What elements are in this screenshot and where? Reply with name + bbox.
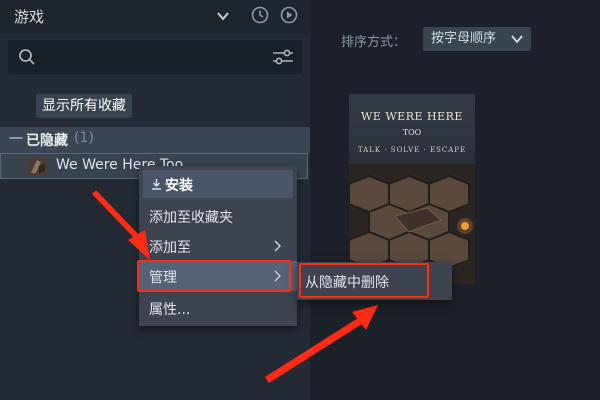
game-cover-art[interactable]: WE WERE HERE TOO TALK · SOLVE · ESCAPE [349,94,475,284]
chevron-down-icon[interactable] [216,9,230,23]
chevron-right-icon [274,240,281,252]
menu-item-add-to-favorites[interactable]: 添加至收藏夹 [139,201,297,231]
search-input[interactable] [8,40,302,74]
menu-item-label: 添加至收藏夹 [149,210,233,226]
game-thumbnail [27,157,47,175]
chevron-down-icon [511,35,523,44]
clock-icon[interactable] [251,6,269,24]
menu-item-label: 添加至 [149,240,191,256]
show-all-collections-button[interactable]: 显示所有收藏 [36,94,132,118]
cover-title: WE WERE HERE [361,110,463,123]
highlight-box-manage [137,260,291,292]
sort-label: 排序方式： [341,35,407,50]
cover-tagline: TALK · SOLVE · ESCAPE [357,146,467,154]
library-filter-title[interactable]: 游戏 [14,6,44,27]
menu-item-label: 属性... [149,302,191,318]
filter-sliders-icon[interactable] [272,48,294,66]
sort-dropdown[interactable]: 按字母顺序 [423,27,531,51]
cover-subtitle: TOO [402,128,422,137]
context-menu: 安装 添加至收藏夹 添加至 管理 属性... [139,166,297,326]
menu-item-install[interactable]: 安装 [143,170,293,198]
menu-item-add-to[interactable]: 添加至 [139,231,297,261]
play-icon[interactable] [280,6,298,24]
sort-value: 按字母顺序 [431,31,497,46]
hidden-section-label: 已隐藏 [26,133,68,149]
hidden-section-count: (1) [74,130,94,146]
menu-item-label: 安装 [165,178,193,194]
highlight-box-remove-hidden [299,263,429,298]
collapse-icon[interactable]: — [9,130,23,146]
search-icon [19,49,35,65]
menu-item-properties[interactable]: 属性... [139,293,297,323]
hidden-section-header[interactable]: — 已隐藏 (1) [0,127,310,153]
sidebar-header: 游戏 [0,0,310,34]
download-icon [152,179,161,190]
